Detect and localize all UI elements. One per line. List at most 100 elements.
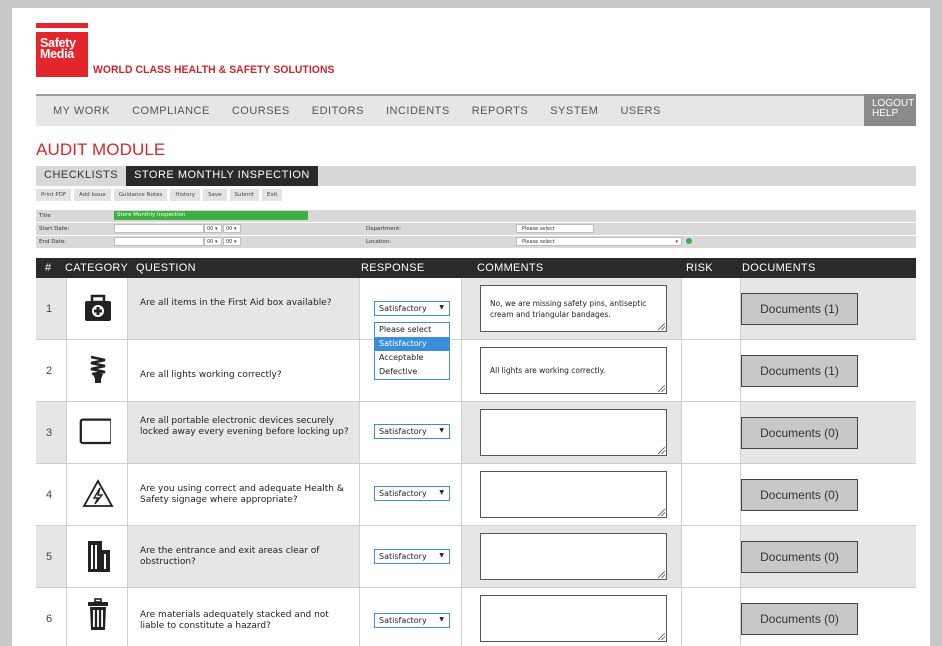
department-label: Department: xyxy=(366,226,402,232)
end-hour-select[interactable]: 00 ▾ xyxy=(204,237,222,246)
location-label: Location: xyxy=(366,239,392,245)
documents-button[interactable]: Documents (0) xyxy=(741,417,858,449)
start-minute-select[interactable]: 00 ▾ xyxy=(223,224,241,233)
question-text: Are materials adequately stacked and not… xyxy=(140,610,329,631)
col-number: # xyxy=(45,262,52,274)
nav-my-work[interactable]: MY WORK xyxy=(53,105,110,117)
title-row: Title Store Monthly Inspection xyxy=(36,210,916,222)
row-number: 4 xyxy=(46,489,53,501)
nav-editors[interactable]: EDITORS xyxy=(312,105,364,117)
comment-textarea[interactable] xyxy=(480,409,667,456)
table-row: 4 Are you using correct and adequate Hea… xyxy=(36,464,916,526)
first-aid-kit-icon xyxy=(85,294,111,321)
response-select[interactable]: Satisfactory ▼ xyxy=(374,613,450,628)
risk-cell xyxy=(681,464,741,525)
table-header: # CATEGORY QUESTION RESPONSE COMMENTS RI… xyxy=(36,258,916,278)
nav-users[interactable]: USERS xyxy=(620,105,660,117)
comment-textarea[interactable] xyxy=(480,471,667,518)
building-icon xyxy=(88,541,110,572)
location-select[interactable]: Please select ▾ xyxy=(516,237,682,246)
response-cell: Satisfactory ▼ xyxy=(359,588,462,646)
light-bulb-icon xyxy=(90,355,106,383)
comment-textarea[interactable]: All lights are working correctly. xyxy=(480,347,667,394)
risk-cell xyxy=(681,278,741,339)
dropdown-option-defective[interactable]: Defective xyxy=(375,365,449,379)
documents-button[interactable]: Documents (0) xyxy=(741,479,858,511)
end-date-row: End Date: 00 ▾ 00 ▾ Location: Please sel… xyxy=(36,236,916,248)
end-minute-select[interactable]: 00 ▾ xyxy=(223,237,241,246)
question-text: Are the entrance and exit areas clear of… xyxy=(140,546,320,567)
department-select[interactable]: Please select xyxy=(516,224,594,233)
documents-button[interactable]: Documents (1) xyxy=(741,355,858,387)
category-cell xyxy=(66,402,128,463)
response-select[interactable]: Satisfactory ▼ xyxy=(374,549,450,564)
documents-button[interactable]: Documents (0) xyxy=(741,603,858,635)
comment-textarea[interactable] xyxy=(480,595,667,642)
print-pdf-button[interactable]: Print PDF xyxy=(36,189,72,201)
table-row: 3 Are all portable electronic devices se… xyxy=(36,402,916,464)
response-select[interactable]: Satisfactory ▼ xyxy=(374,424,450,439)
start-date-row: Start Date: 00 ▾ 00 ▾ Department: Please… xyxy=(36,223,916,235)
question-text: Are all portable electronic devices secu… xyxy=(140,416,349,437)
category-cell xyxy=(66,464,128,525)
tablet-device-icon xyxy=(79,418,111,445)
category-cell xyxy=(66,526,128,587)
add-location-icon[interactable] xyxy=(686,238,692,244)
category-cell xyxy=(66,340,128,401)
exit-button[interactable]: Exit xyxy=(262,189,283,201)
table-row: 6 Are materials adequately stacked and n… xyxy=(36,588,916,646)
page-title: AUDIT MODULE xyxy=(36,140,166,159)
comment-textarea[interactable]: No, we are missing safety pins, antisept… xyxy=(480,285,667,332)
dropdown-option-acceptable[interactable]: Acceptable xyxy=(375,351,449,365)
trash-bin-icon xyxy=(88,598,108,630)
response-cell: Satisfactory ▼ xyxy=(359,526,462,587)
nav-compliance[interactable]: COMPLIANCE xyxy=(132,105,210,117)
nav-incidents[interactable]: INCIDENTS xyxy=(386,105,450,117)
nav-system[interactable]: SYSTEM xyxy=(550,105,598,117)
documents-button[interactable]: Documents (0) xyxy=(741,541,858,573)
app-window: Safety Media WORLD CLASS HEALTH & SAFETY … xyxy=(12,8,930,646)
row-number: 5 xyxy=(46,551,53,563)
electrical-warning-icon xyxy=(82,479,114,507)
table-row: 5 Are the entrance and exit areas clear … xyxy=(36,526,916,588)
col-category: CATEGORY xyxy=(65,262,129,274)
title-field[interactable]: Store Monthly Inspection xyxy=(114,211,308,220)
start-hour-select[interactable]: 00 ▾ xyxy=(204,224,222,233)
response-cell: Satisfactory ▼ xyxy=(359,402,462,463)
question-text: Are all lights working correctly? xyxy=(140,370,282,380)
col-question: QUESTION xyxy=(136,262,196,274)
account-menu: LOGOUT HELP xyxy=(864,94,916,126)
guidance-notes-button[interactable]: Guidance Notes xyxy=(113,189,168,201)
add-issue-button[interactable]: Add Issue xyxy=(74,189,111,201)
table-row: 2 Are all lights working correctly? All … xyxy=(36,340,916,402)
question-text: Are you using correct and adequate Healt… xyxy=(140,484,344,505)
logo-accent-bar xyxy=(36,23,88,28)
documents-button[interactable]: Documents (1) xyxy=(741,293,858,325)
row-number: 1 xyxy=(46,303,53,315)
dropdown-option-please-select[interactable]: Please select xyxy=(375,323,449,337)
tab-checklists[interactable]: CHECKLISTS xyxy=(36,166,126,186)
tab-bar: CHECKLISTS STORE MONTHLY INSPECTION xyxy=(36,166,916,186)
nav-courses[interactable]: COURSES xyxy=(232,105,290,117)
history-button[interactable]: History xyxy=(170,189,200,201)
dropdown-option-satisfactory[interactable]: Satisfactory xyxy=(375,337,449,351)
question-text: Are all items in the First Aid box avail… xyxy=(140,298,332,308)
submit-button[interactable]: Submit xyxy=(229,189,260,201)
col-response: RESPONSE xyxy=(361,262,425,274)
start-date-input[interactable] xyxy=(114,224,204,233)
end-date-label: End Date: xyxy=(39,239,67,245)
save-button[interactable]: Save xyxy=(203,189,227,201)
tab-store-monthly-inspection[interactable]: STORE MONTHLY INSPECTION xyxy=(126,166,318,186)
response-select[interactable]: Satisfactory ▼ xyxy=(374,301,450,316)
main-nav: MY WORK COMPLIANCE COURSES EDITORS INCID… xyxy=(36,94,916,126)
category-cell xyxy=(66,588,128,646)
end-date-input[interactable] xyxy=(114,237,204,246)
help-link[interactable]: HELP xyxy=(872,109,916,119)
response-select[interactable]: Satisfactory ▼ xyxy=(374,486,450,501)
nav-reports[interactable]: REPORTS xyxy=(472,105,528,117)
risk-cell xyxy=(681,588,741,646)
title-label: Title xyxy=(39,213,51,219)
start-date-label: Start Date: xyxy=(39,226,70,232)
comment-textarea[interactable] xyxy=(480,533,667,580)
risk-cell xyxy=(681,402,741,463)
